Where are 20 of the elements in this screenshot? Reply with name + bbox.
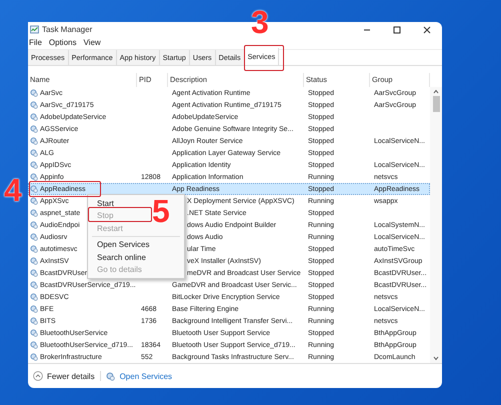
scroll-thumb[interactable]	[432, 96, 440, 112]
scroll-up-icon[interactable]	[433, 89, 439, 94]
menu-item[interactable]: File	[29, 38, 42, 47]
maximize-icon	[393, 26, 401, 34]
app-icon	[30, 25, 39, 34]
highlight-frame	[244, 45, 284, 71]
close-icon	[423, 26, 431, 34]
fewer-details-button[interactable]: Fewer details	[33, 371, 95, 382]
menu-item[interactable]: Search online	[88, 251, 184, 264]
open-services-link[interactable]: Open Services	[120, 372, 172, 381]
chevron-up-icon	[33, 371, 43, 382]
menu-item[interactable]: View	[83, 38, 101, 47]
window-title: Task Manager	[42, 25, 92, 34]
menu-item[interactable]: Options	[48, 38, 76, 47]
scroll-down-icon[interactable]	[433, 356, 439, 362]
service-icon	[106, 372, 115, 381]
highlight-frame	[88, 207, 152, 222]
menu-item[interactable]: Open Services	[88, 238, 184, 251]
highlight-frame	[29, 181, 101, 197]
step-number: 4	[4, 174, 22, 206]
